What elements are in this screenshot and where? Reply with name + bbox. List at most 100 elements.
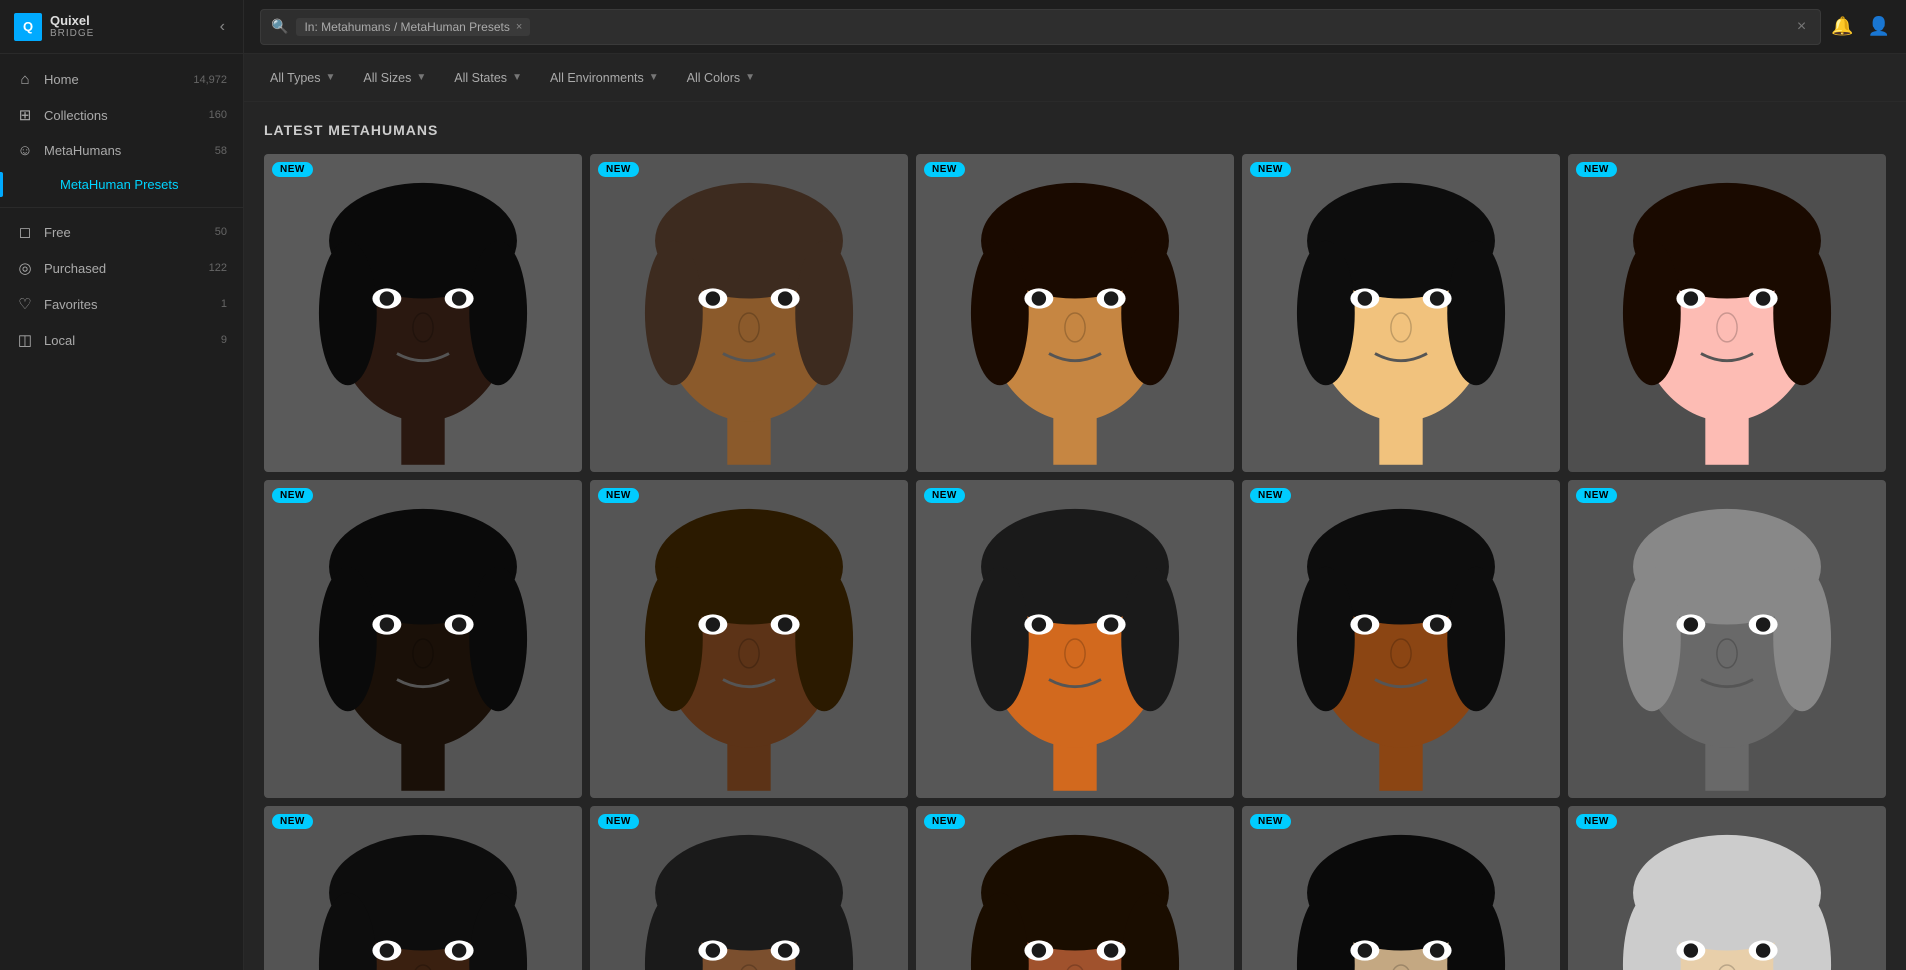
sidebar-count-metahumans: 58 [215,145,227,157]
new-badge: NEW [1576,814,1617,829]
sidebar-collapse-button[interactable]: ‹ [216,14,229,40]
sidebar-item-metahumans[interactable]: ☺ MetaHumans 58 [0,133,243,168]
face-illustration [1568,154,1886,472]
new-badge: NEW [272,488,313,503]
sidebar-label-free: Free [44,225,205,240]
face-illustration [264,806,582,970]
metahuman-card[interactable]: NEW [916,806,1234,970]
section-title: LATEST METAHUMANS [264,122,1886,138]
metahuman-card[interactable]: NEW [590,154,908,472]
nav-divider-1 [0,207,243,208]
sidebar-label-favorites: Favorites [44,297,211,312]
metahuman-card[interactable]: NEW [1242,154,1560,472]
sidebar-label-purchased: Purchased [44,261,199,276]
metahuman-card[interactable]: NEW [264,806,582,970]
face-illustration [264,480,582,798]
metahuman-card[interactable]: NEW [1568,154,1886,472]
logo-subtitle: BRIDGE [50,28,94,39]
filter-states-label: All States [454,71,507,85]
filter-states-arrow: ▼ [512,72,522,83]
logo-icon: Q [14,13,42,41]
metahuman-card[interactable]: NEW [590,480,908,798]
sidebar-count-favorites: 1 [221,298,227,310]
sidebar-label-local: Local [44,333,211,348]
filter-colors-label: All Colors [687,71,741,85]
sidebar-count-purchased: 122 [209,262,227,274]
metahuman-card[interactable]: NEW [1242,806,1560,970]
filter-types[interactable]: All Types ▼ [260,66,345,90]
metahuman-card[interactable]: NEW [1568,806,1886,970]
search-tag-text: In: Metahumans / MetaHuman Presets [304,20,509,34]
sidebar-nav: ⌂ Home 14,972 ⊞ Collections 160 ☺ MetaHu… [0,54,243,970]
metahumans-icon: ☺ [16,142,34,159]
filter-types-label: All Types [270,71,321,85]
filter-environments-label: All Environments [550,71,644,85]
logo-area: Q Quixel BRIDGE [14,13,94,41]
metahuman-card[interactable]: NEW [916,480,1234,798]
face-illustration [916,480,1234,798]
new-badge: NEW [598,814,639,829]
free-icon: ◻ [16,223,34,241]
purchased-icon: ◎ [16,259,34,277]
face-illustration [1568,806,1886,970]
sidebar: Q Quixel BRIDGE ‹ ⌂ Home 14,972 ⊞ Collec… [0,0,244,970]
sidebar-item-free[interactable]: ◻ Free 50 [0,214,243,250]
sidebar-item-home[interactable]: ⌂ Home 14,972 [0,62,243,97]
filter-colors[interactable]: All Colors ▼ [677,66,765,90]
local-icon: ◫ [16,331,34,349]
face-illustration [1568,480,1886,798]
search-clear-button[interactable]: × [1793,16,1810,38]
sidebar-item-local[interactable]: ◫ Local 9 [0,322,243,358]
metahuman-card[interactable]: NEW [916,154,1234,472]
sidebar-label-metahumans: MetaHumans [44,143,205,158]
filter-bar: All Types ▼ All Sizes ▼ All States ▼ All… [244,54,1906,102]
sidebar-label-home: Home [44,72,183,87]
sidebar-count-free: 50 [215,226,227,238]
sidebar-count-collections: 160 [209,109,227,121]
logo-title: Quixel [50,14,94,28]
favorites-icon: ♡ [16,295,34,313]
metahuman-card[interactable]: NEW [264,154,582,472]
search-box[interactable]: 🔍 In: Metahumans / MetaHuman Presets × × [260,9,1821,45]
collections-icon: ⊞ [16,106,34,124]
metahuman-grid: NEWNEWNEWNEWNEWNEWNEWNEWNEWNEWNEWNEWNEWN… [264,154,1886,970]
home-icon: ⌂ [16,71,34,88]
face-illustration [1242,154,1560,472]
filter-sizes[interactable]: All Sizes ▼ [353,66,436,90]
sidebar-item-metahuman-presets[interactable]: MetaHuman Presets [0,168,243,201]
topbar: 🔍 In: Metahumans / MetaHuman Presets × ×… [244,0,1906,54]
main-content: 🔍 In: Metahumans / MetaHuman Presets × ×… [244,0,1906,970]
metahuman-card[interactable]: NEW [1568,480,1886,798]
filter-environments-arrow: ▼ [649,72,659,83]
face-illustration [916,806,1234,970]
metahuman-card[interactable]: NEW [264,480,582,798]
filter-colors-arrow: ▼ [745,72,755,83]
filter-environments[interactable]: All Environments ▼ [540,66,669,90]
new-badge: NEW [272,162,313,177]
topbar-icons: 🔔 👤 [1831,16,1890,37]
filter-sizes-label: All Sizes [363,71,411,85]
face-illustration [916,154,1234,472]
new-badge: NEW [1576,162,1617,177]
sidebar-item-purchased[interactable]: ◎ Purchased 122 [0,250,243,286]
new-badge: NEW [1250,814,1291,829]
new-badge: NEW [598,488,639,503]
sidebar-count-local: 9 [221,334,227,346]
filter-states[interactable]: All States ▼ [444,66,532,90]
face-illustration [1242,480,1560,798]
search-tag-close[interactable]: × [516,21,522,33]
sidebar-item-favorites[interactable]: ♡ Favorites 1 [0,286,243,322]
new-badge: NEW [1576,488,1617,503]
user-icon[interactable]: 👤 [1868,16,1890,37]
notifications-icon[interactable]: 🔔 [1831,16,1853,37]
metahuman-card[interactable]: NEW [590,806,908,970]
filter-types-arrow: ▼ [326,72,336,83]
logo-text-block: Quixel BRIDGE [50,14,94,39]
new-badge: NEW [598,162,639,177]
sidebar-header: Q Quixel BRIDGE ‹ [0,0,243,54]
sidebar-count-home: 14,972 [193,74,227,86]
metahuman-card[interactable]: NEW [1242,480,1560,798]
face-illustration [1242,806,1560,970]
sidebar-item-collections[interactable]: ⊞ Collections 160 [0,97,243,133]
new-badge: NEW [924,814,965,829]
